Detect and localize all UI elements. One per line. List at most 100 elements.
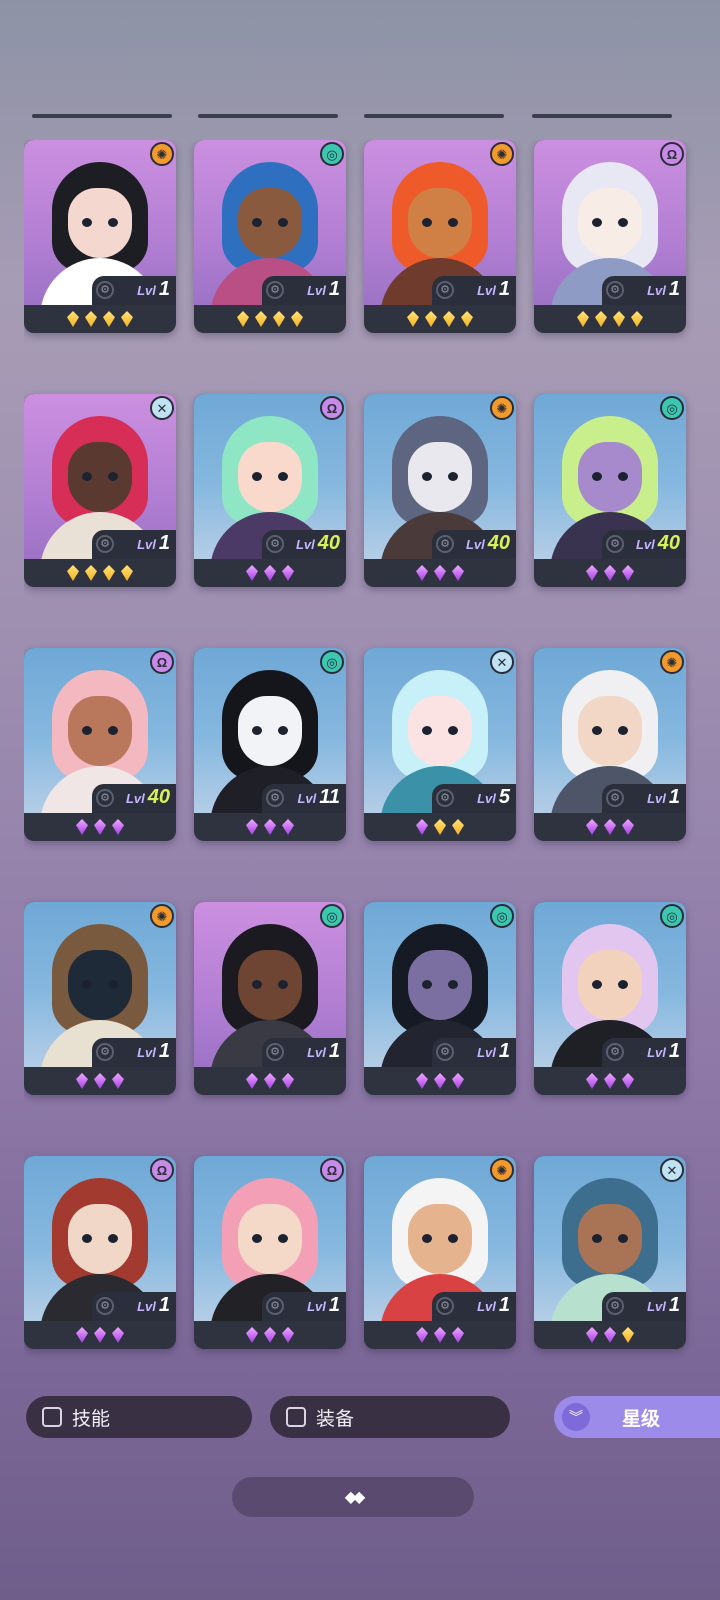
star-gem-icon xyxy=(76,819,88,835)
hero-card[interactable]: ✕ ⚙ Lvl 1 xyxy=(24,394,176,587)
hero-card[interactable]: Ω ⚙ Lvl 40 xyxy=(194,394,346,587)
gear-icon: ⚙ xyxy=(96,1043,114,1061)
star-gem-icon xyxy=(264,565,276,581)
star-rating xyxy=(24,816,176,838)
star-rating xyxy=(194,1324,346,1346)
level-value: 1 xyxy=(668,278,680,300)
hero-eye xyxy=(82,472,92,481)
equipment-filter[interactable]: 装备 xyxy=(270,1396,510,1438)
star-gem-icon xyxy=(434,1073,446,1089)
hero-card[interactable]: ✕ ⚙ Lvl 5 xyxy=(364,648,516,841)
hero-card[interactable]: ✺ ⚙ Lvl 1 xyxy=(534,648,686,841)
star-rating xyxy=(194,562,346,584)
star-gem-icon xyxy=(586,1327,598,1343)
purple-horns-icon: Ω xyxy=(320,396,344,420)
star-gem-icon xyxy=(67,565,79,581)
sort-button[interactable]: ︾ 星级 xyxy=(554,1396,720,1438)
star-gem-icon xyxy=(76,1073,88,1089)
hero-card[interactable]: ◎ ⚙ Lvl 1 xyxy=(534,902,686,1095)
orange-flower-icon: ✺ xyxy=(490,396,514,420)
divider-line xyxy=(32,114,172,118)
hero-eye xyxy=(82,218,92,227)
hero-eye xyxy=(618,1234,628,1243)
level-bar: ⚙ Lvl 1 xyxy=(602,784,686,813)
star-gem-icon xyxy=(85,565,97,581)
hero-face xyxy=(68,950,132,1020)
star-gem-icon xyxy=(577,311,589,327)
star-gem-icon xyxy=(85,311,97,327)
star-gem-icon xyxy=(282,819,294,835)
level-bar: ⚙ Lvl 1 xyxy=(432,276,516,305)
level-text: Lvl 1 xyxy=(137,1040,170,1063)
equipment-checkbox[interactable] xyxy=(286,1407,306,1427)
star-gem-icon xyxy=(282,1327,294,1343)
level-value: 1 xyxy=(328,1294,340,1316)
hero-eye xyxy=(252,980,262,989)
hero-card[interactable]: Ω ⚙ Lvl 1 xyxy=(24,1156,176,1349)
hero-card[interactable]: ✺ ⚙ Lvl 1 xyxy=(24,902,176,1095)
star-rating xyxy=(24,562,176,584)
star-gem-icon xyxy=(622,565,634,581)
level-prefix: Lvl xyxy=(137,1299,156,1314)
level-prefix: Lvl xyxy=(477,283,496,298)
level-prefix: Lvl xyxy=(647,791,666,806)
level-bar: ⚙ Lvl 1 xyxy=(262,276,346,305)
star-gem-icon xyxy=(264,1327,276,1343)
star-rating xyxy=(24,1070,176,1092)
gear-icon: ⚙ xyxy=(266,789,284,807)
level-text: Lvl 40 xyxy=(636,532,680,555)
star-gem-icon xyxy=(452,1073,464,1089)
hero-card[interactable]: ◎ ⚙ Lvl 40 xyxy=(534,394,686,587)
gear-icon: ⚙ xyxy=(606,535,624,553)
level-prefix: Lvl xyxy=(307,1299,326,1314)
hero-face xyxy=(68,696,132,766)
star-gem-icon xyxy=(121,565,133,581)
level-bar: ⚙ Lvl 1 xyxy=(92,1038,176,1067)
skill-filter[interactable]: 技能 xyxy=(26,1396,252,1438)
star-gem-icon xyxy=(425,311,437,327)
teal-swirl-icon: ◎ xyxy=(320,904,344,928)
hero-card[interactable]: ✺ ⚙ Lvl 40 xyxy=(364,394,516,587)
orange-flower-icon: ✺ xyxy=(150,142,174,166)
hero-card[interactable]: ◎ ⚙ Lvl 1 xyxy=(194,140,346,333)
orange-flower-icon: ✺ xyxy=(660,650,684,674)
level-prefix: Lvl xyxy=(137,537,156,552)
hero-face xyxy=(578,1204,642,1274)
teal-swirl-icon: ◎ xyxy=(490,904,514,928)
hero-eye xyxy=(448,1234,458,1243)
star-gem-icon xyxy=(112,1073,124,1089)
hero-eye xyxy=(278,980,288,989)
star-rating xyxy=(534,1324,686,1346)
hero-card[interactable]: Ω ⚙ Lvl 1 xyxy=(194,1156,346,1349)
expand-handle[interactable]: ◆◆ xyxy=(232,1477,474,1517)
level-prefix: Lvl xyxy=(125,791,145,806)
star-rating xyxy=(534,562,686,584)
hero-eye xyxy=(618,218,628,227)
star-gem-icon xyxy=(416,819,428,835)
star-gem-icon xyxy=(255,311,267,327)
hero-card[interactable]: ◎ ⚙ Lvl 1 xyxy=(364,902,516,1095)
purple-horns-icon: Ω xyxy=(320,1158,344,1182)
hero-card[interactable]: ◎ ⚙ Lvl 11 xyxy=(194,648,346,841)
gear-icon: ⚙ xyxy=(436,535,454,553)
skill-checkbox[interactable] xyxy=(42,1407,62,1427)
teal-swirl-icon: ◎ xyxy=(660,904,684,928)
level-value: 1 xyxy=(498,1294,510,1316)
hero-card[interactable]: Ω ⚙ Lvl 1 xyxy=(534,140,686,333)
level-value: 1 xyxy=(158,1294,170,1316)
hero-card[interactable]: ✺ ⚙ Lvl 1 xyxy=(24,140,176,333)
hero-card[interactable]: ✺ ⚙ Lvl 1 xyxy=(364,1156,516,1349)
star-gem-icon xyxy=(586,1073,598,1089)
hero-card[interactable]: Ω ⚙ Lvl 40 xyxy=(24,648,176,841)
level-bar: ⚙ Lvl 1 xyxy=(602,1038,686,1067)
hero-card[interactable]: ✺ ⚙ Lvl 1 xyxy=(364,140,516,333)
star-gem-icon xyxy=(631,311,643,327)
equipment-filter-label: 装备 xyxy=(316,1408,355,1430)
star-rating xyxy=(364,816,516,838)
star-gem-icon xyxy=(94,819,106,835)
hero-card[interactable]: ◎ ⚙ Lvl 1 xyxy=(194,902,346,1095)
level-text: Lvl 1 xyxy=(137,532,170,555)
hero-face xyxy=(408,950,472,1020)
hero-face xyxy=(408,1204,472,1274)
hero-card[interactable]: ✕ ⚙ Lvl 1 xyxy=(534,1156,686,1349)
